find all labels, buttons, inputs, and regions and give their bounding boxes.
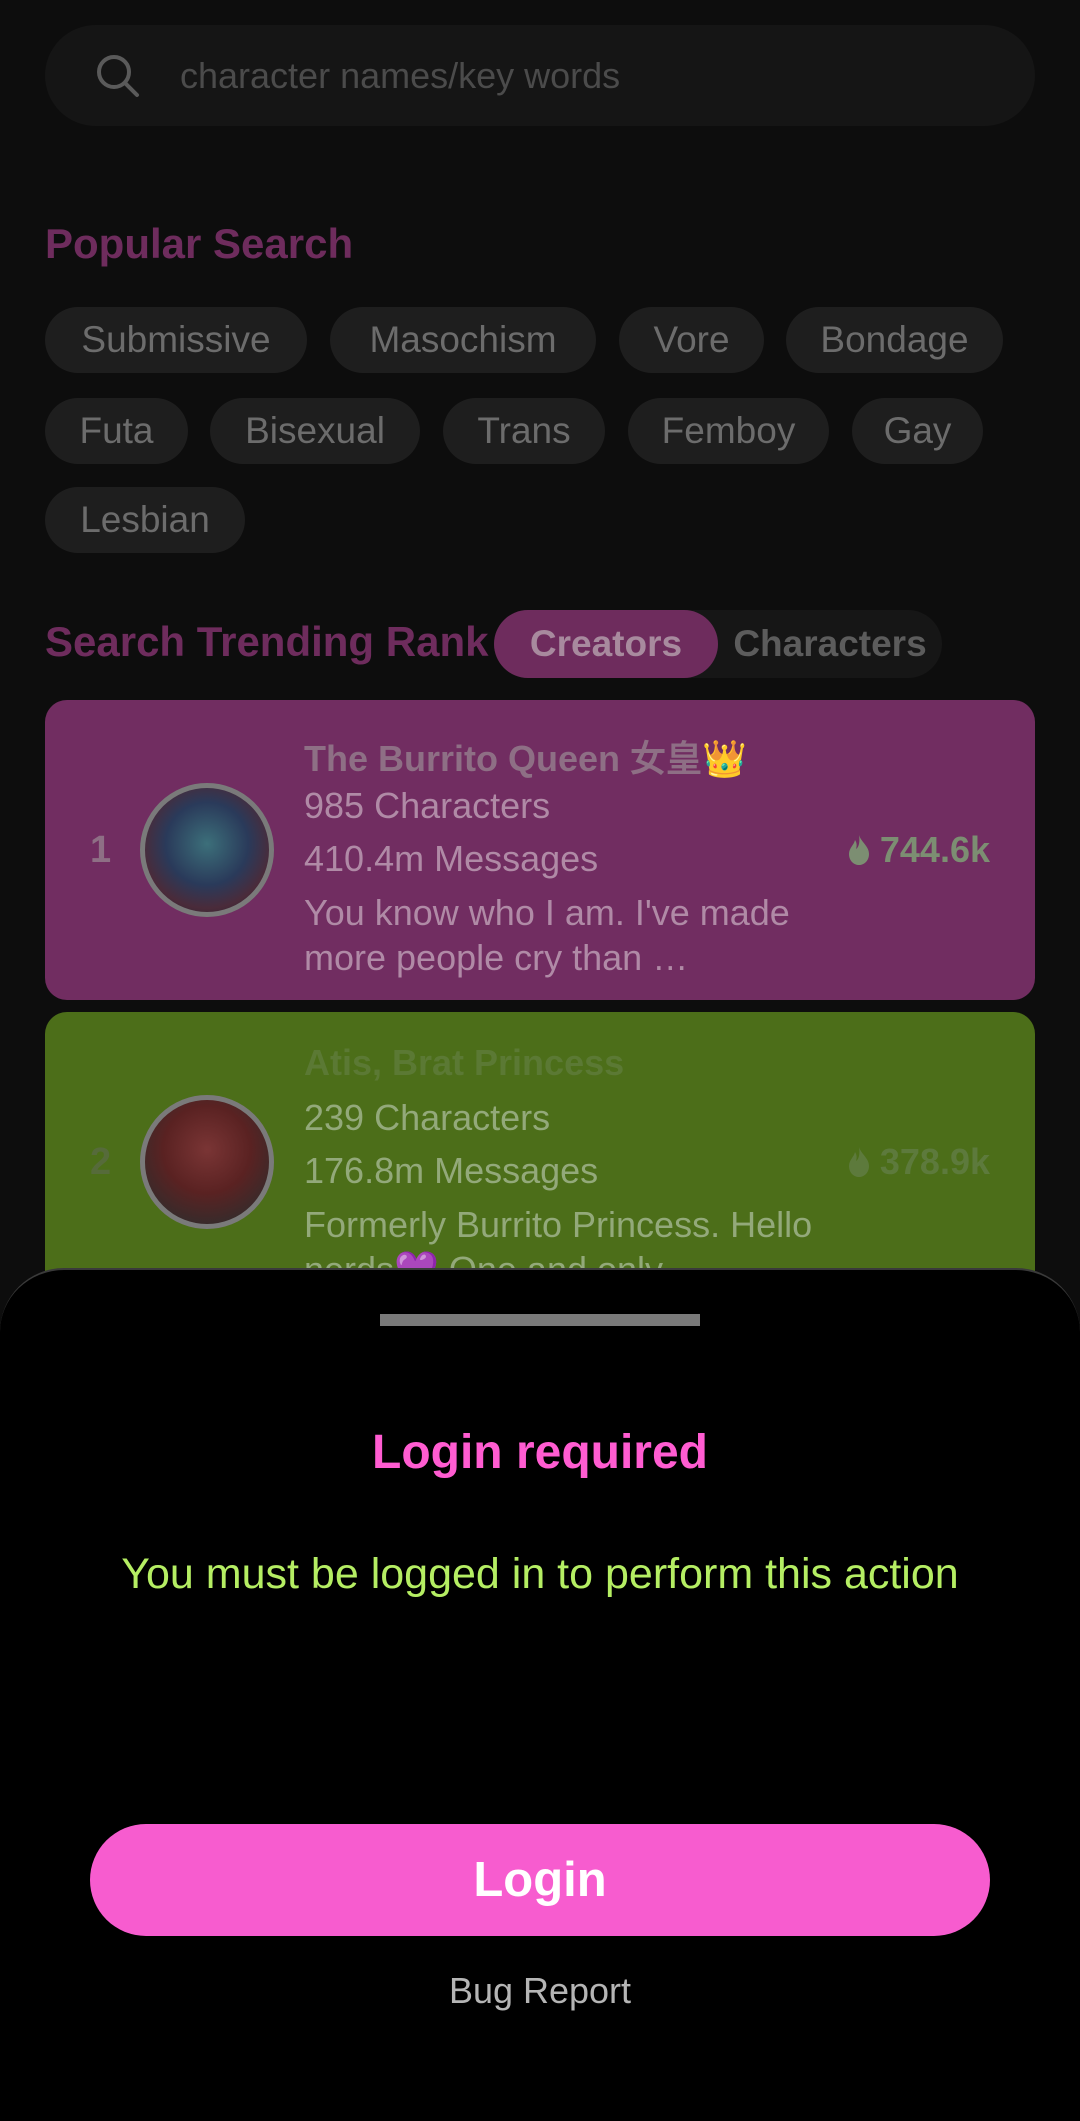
- creator-name: Atis, Brat Princess: [304, 1042, 625, 1083]
- rank-tab-switcher: Creators Characters: [494, 610, 942, 678]
- trend-score-value: 378.9k: [879, 1141, 990, 1182]
- tag-chip[interactable]: Vore: [619, 307, 764, 373]
- flame-icon: [848, 835, 869, 865]
- message-count: 176.8m Messages: [304, 1150, 599, 1191]
- tag-chip[interactable]: Gay: [852, 398, 983, 464]
- tab-characters[interactable]: Characters: [718, 610, 942, 678]
- tag-chip[interactable]: Femboy: [628, 398, 829, 464]
- trend-score: 378.9k: [846, 1012, 990, 1312]
- trending-rank-title: Search Trending Rank: [45, 618, 489, 665]
- search-page: character names/key words Popular Search…: [0, 0, 1080, 2121]
- rank-number: 2: [90, 1141, 112, 1183]
- tag-chip[interactable]: Masochism: [330, 307, 596, 373]
- tag-chip[interactable]: Bisexual: [210, 398, 420, 464]
- creator-description: You know who I am. I've made more people…: [304, 892, 790, 978]
- tag-chip[interactable]: Trans: [443, 398, 605, 464]
- avatar: [140, 1095, 274, 1229]
- flame-icon: [848, 1147, 869, 1177]
- creator-card[interactable]: 2 Atis, Brat Princess 239 Characters 176…: [45, 1012, 1035, 1312]
- search-bar[interactable]: character names/key words: [45, 25, 1035, 126]
- creator-card[interactable]: 1 The Burrito Queen 女皇👑 985 Characters 4…: [45, 700, 1035, 1000]
- tag-chip[interactable]: Bondage: [786, 307, 1003, 373]
- tag-chip[interactable]: Submissive: [45, 307, 307, 373]
- popular-search-title: Popular Search: [45, 220, 354, 267]
- search-input[interactable]: character names/key words: [180, 25, 620, 126]
- character-count: 239 Characters: [304, 1097, 551, 1138]
- creator-name: The Burrito Queen 女皇👑: [304, 738, 747, 779]
- login-required-title: Login required: [372, 1426, 708, 1479]
- login-required-message: You must be logged in to perform this ac…: [121, 1550, 959, 1598]
- tab-creators[interactable]: Creators: [494, 610, 718, 678]
- tag-chip[interactable]: Lesbian: [45, 487, 245, 553]
- login-button[interactable]: Login: [90, 1824, 990, 1936]
- tag-chip[interactable]: Futa: [45, 398, 188, 464]
- message-count: 410.4m Messages: [304, 838, 599, 879]
- avatar: [140, 783, 274, 917]
- rank-number: 1: [90, 829, 112, 871]
- trend-score-value: 744.6k: [879, 829, 990, 870]
- login-bottom-sheet: Login required You must be logged in to …: [0, 1268, 1080, 2121]
- character-count: 985 Characters: [304, 785, 551, 826]
- search-icon: [97, 55, 139, 97]
- sheet-drag-handle[interactable]: [380, 1314, 700, 1326]
- bug-report-link[interactable]: Bug Report: [0, 1970, 1080, 2012]
- trend-score: 744.6k: [846, 700, 990, 1000]
